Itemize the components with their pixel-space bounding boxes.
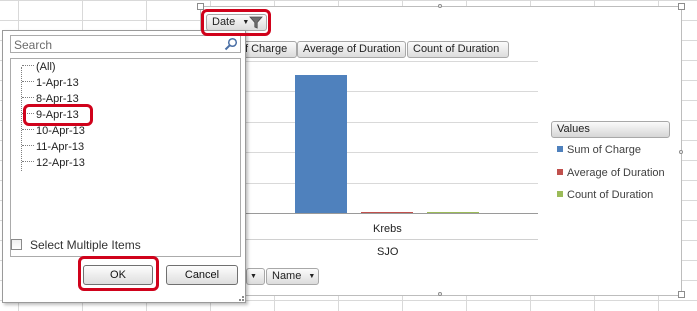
legend-swatch xyxy=(557,146,563,152)
ok-button-label: OK xyxy=(110,269,126,281)
cancel-button[interactable]: Cancel xyxy=(166,265,238,285)
resize-handle-top[interactable] xyxy=(438,4,442,8)
resize-handle-bottom[interactable] xyxy=(438,292,442,296)
resize-handle-top-left[interactable] xyxy=(197,3,204,10)
list-item-label: 1-Apr-13 xyxy=(36,77,79,89)
chevron-down-icon: ▼ xyxy=(308,273,316,280)
list-item-label: 11-Apr-13 xyxy=(36,141,85,153)
legend-label: Sum of Charge xyxy=(567,144,641,156)
legend-swatch xyxy=(557,169,563,175)
search-placeholder: Search xyxy=(14,38,53,52)
name-field-label: Name xyxy=(272,270,302,282)
legend-item: Average of Duration xyxy=(557,166,665,180)
legend-label: Average of Duration xyxy=(567,167,665,179)
bar-sum-of-charge[interactable] xyxy=(295,75,347,214)
list-item[interactable]: 9-Apr-13 xyxy=(22,107,79,123)
sum-of-charge-label: f Charge xyxy=(245,43,288,55)
average-of-duration-label: Average of Duration xyxy=(303,43,401,55)
list-item[interactable]: (All) xyxy=(22,59,56,75)
cancel-button-label: Cancel xyxy=(184,269,220,281)
list-item[interactable]: 11-Apr-13 xyxy=(22,139,84,155)
row-field-button[interactable]: ▼ xyxy=(246,268,265,285)
select-multiple-checkbox[interactable] xyxy=(11,239,22,250)
filter-funnel-icon xyxy=(249,16,263,29)
date-filter-button[interactable]: Date ▼ xyxy=(206,14,267,31)
date-filter-label: Date xyxy=(212,16,236,28)
bars-layer xyxy=(238,61,538,214)
resize-handle-top-right[interactable] xyxy=(678,3,685,10)
legend-item: Count of Duration xyxy=(557,188,653,202)
average-of-duration-field-button[interactable]: Average of Duration xyxy=(297,41,406,58)
resize-handle-bottom-right[interactable] xyxy=(678,291,685,298)
legend-title[interactable]: Values xyxy=(551,121,670,138)
x-axis-label-outer: Krebs xyxy=(373,223,402,235)
list-item[interactable]: 10-Apr-13 xyxy=(22,123,85,139)
select-multiple-items-option[interactable]: Select Multiple Items xyxy=(11,238,141,252)
x-axis-label-inner: SJO xyxy=(377,246,399,258)
chevron-down-icon: ▼ xyxy=(250,273,257,280)
legend-title-label: Values xyxy=(557,123,590,135)
plot-area xyxy=(238,61,538,214)
list-item[interactable]: 12-Apr-13 xyxy=(22,155,85,171)
list-item-label: 12-Apr-13 xyxy=(36,157,85,169)
legend-item: Sum of Charge xyxy=(557,143,641,157)
search-icon[interactable] xyxy=(224,37,238,51)
list-item-label: (All) xyxy=(36,61,56,73)
resize-handle-right[interactable] xyxy=(679,150,683,154)
select-multiple-label: Select Multiple Items xyxy=(30,238,141,252)
list-item-label: 10-Apr-13 xyxy=(36,125,85,137)
count-of-duration-label: Count of Duration xyxy=(413,43,500,55)
filter-item-list[interactable]: (All) 1-Apr-13 8-Apr-13 9-Apr-13 10-Apr-… xyxy=(10,58,241,257)
list-item-label: 9-Apr-13 xyxy=(36,109,79,121)
ok-button[interactable]: OK xyxy=(83,265,153,285)
name-field-button[interactable]: Name ▼ xyxy=(266,268,319,285)
legend-swatch xyxy=(557,191,563,197)
resize-grip-icon[interactable] xyxy=(235,292,245,302)
list-item[interactable]: 1-Apr-13 xyxy=(22,75,79,91)
legend-label: Count of Duration xyxy=(567,189,654,201)
search-input[interactable]: Search xyxy=(10,35,241,53)
list-item[interactable]: 8-Apr-13 xyxy=(22,91,79,107)
list-item-label: 8-Apr-13 xyxy=(36,93,79,105)
count-of-duration-field-button[interactable]: Count of Duration xyxy=(407,41,509,58)
date-filter-dropdown: Search (All) 1-Apr-13 8-Apr-13 9-Apr-13 … xyxy=(2,30,246,303)
